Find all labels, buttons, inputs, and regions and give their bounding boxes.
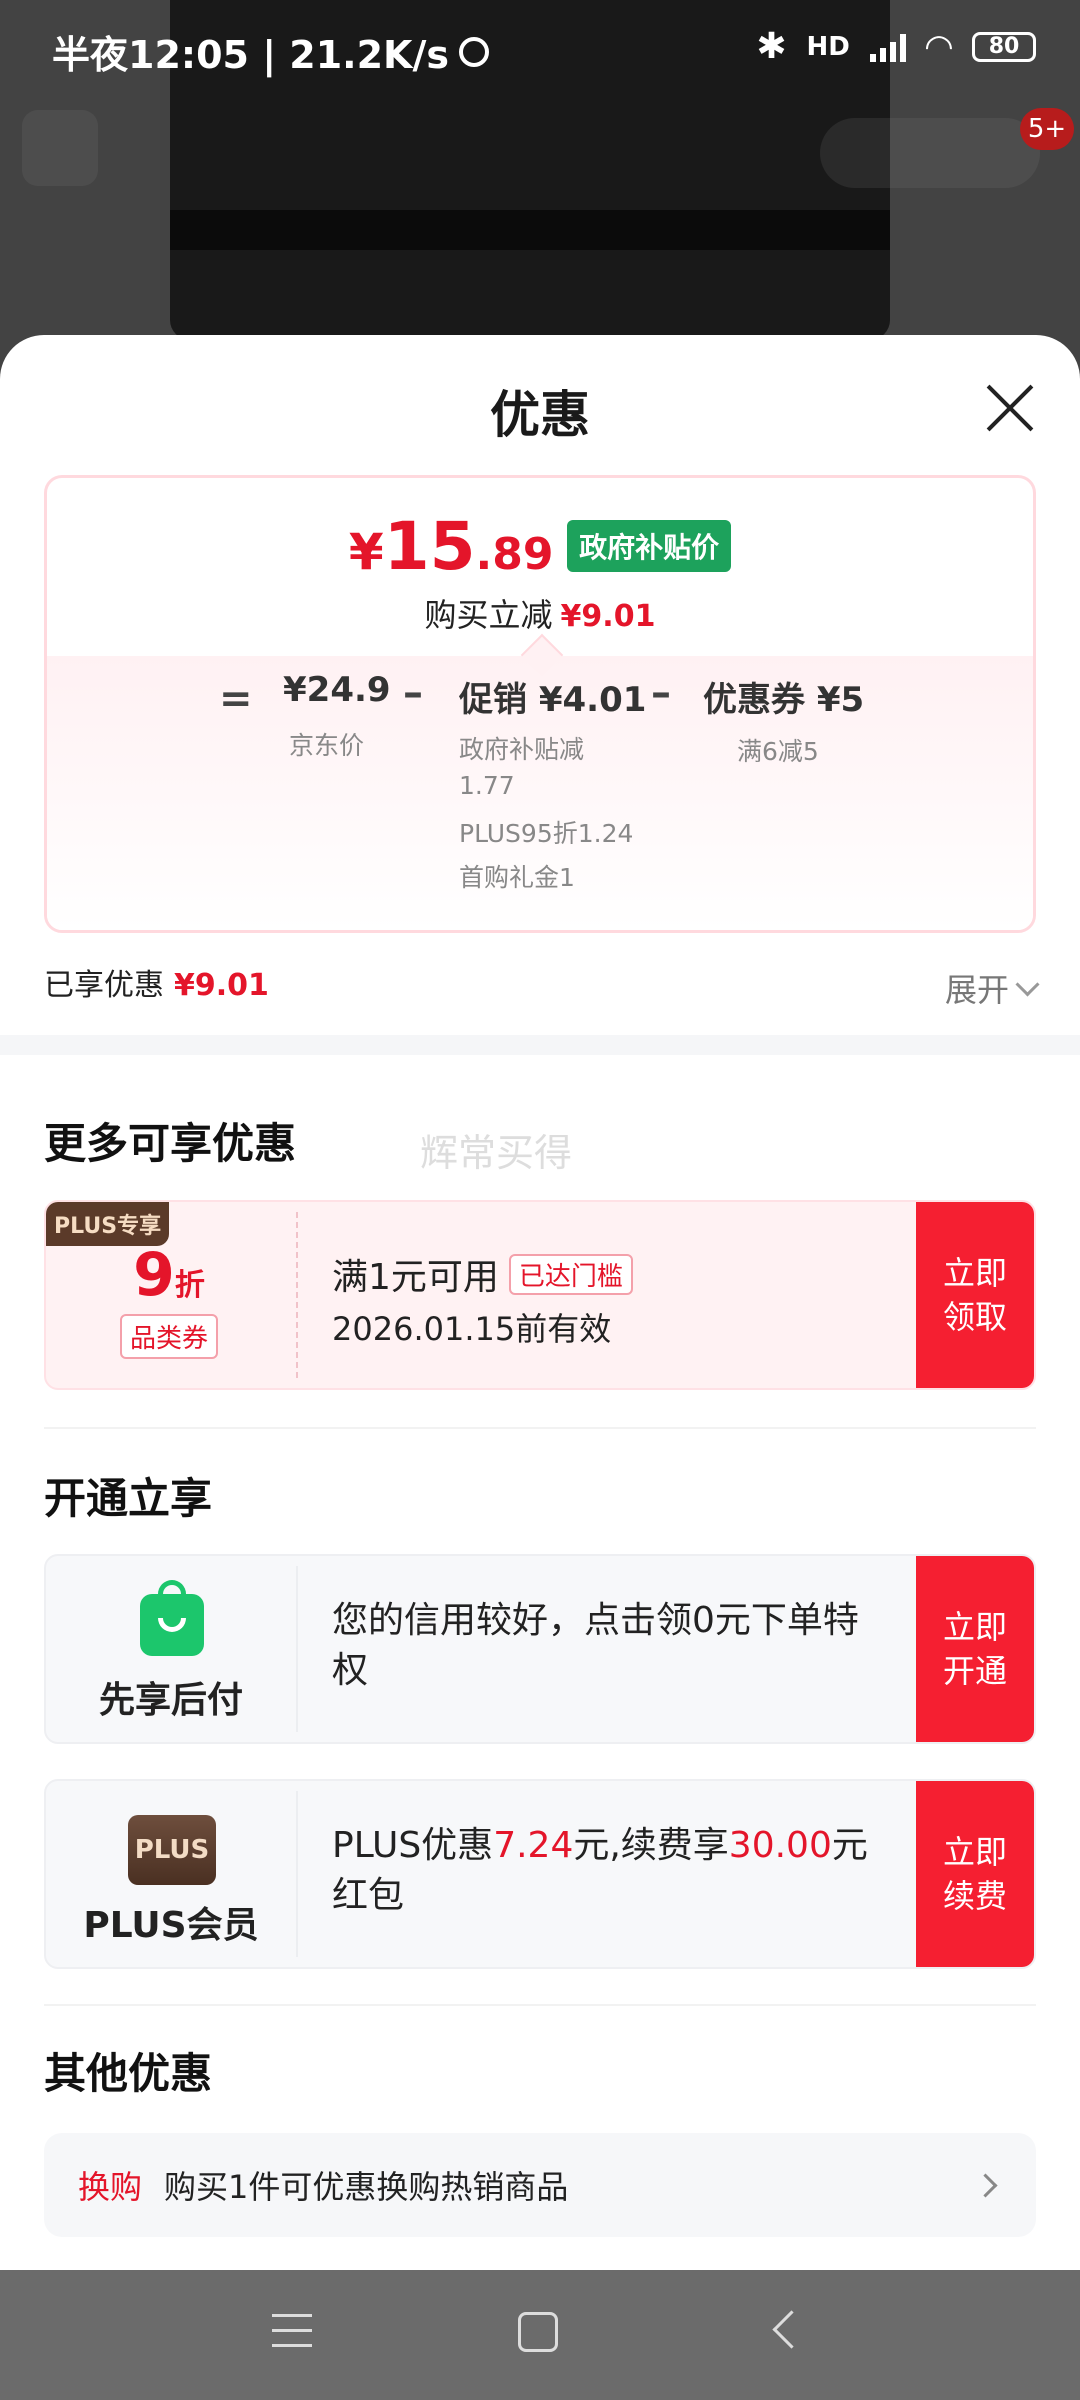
plus-discount-amount: 7.24 [493,1825,574,1866]
bluetooth-icon: ✱ [756,26,787,67]
shopping-bag-icon [140,1580,204,1656]
promo-amount: 促销 ¥4.01 [459,680,647,720]
battery-level: 80 [988,33,1020,59]
price-breakdown: = ¥24.9 京东价 – 促销 ¥4.01 政府补贴减 1.77 PLUS95… [47,633,1033,930]
section-divider-thin-2 [44,2004,1036,2006]
battery-icon: 80 [972,31,1036,62]
cart-count-badge: 5+ [1020,108,1074,150]
card-separator [296,1566,298,1732]
promo-detail-3: PLUS95折1.24 [459,819,634,848]
enjoyed-value: ¥9.01 [174,968,269,1003]
promo-detail-4: 首购礼金1 [459,863,575,892]
coupon-expiry: 2026.01.15前有效 [332,1310,612,1348]
menu-icon[interactable] [272,2314,312,2348]
plus-desc-3: 元,续费享 [573,1825,729,1866]
back-icon[interactable] [772,2310,811,2349]
plus-member-name: PLUS会员 [83,1905,259,1946]
price-currency: ¥ [348,523,384,581]
home-icon[interactable] [518,2312,558,2352]
swap-text: 购买1件可优惠换购热销商品 [164,2168,569,2206]
promo-detail-1: 政府补贴减 [459,735,585,764]
saving-label: 购买立减 [424,596,553,634]
renew-plus-button[interactable]: 立即 续费 [916,1781,1034,1967]
claim-label: 立即 领取 [942,1254,1007,1336]
enjoyed-discount: 已享优惠 ¥9.01 [44,960,269,1004]
expand-label: 展开 [944,971,1009,1009]
plus-logo-icon: PLUS [128,1815,216,1885]
section-divider [0,1035,1080,1055]
plus-redpacket-amount: 30.00 [728,1825,832,1866]
renew-label: 立即 续费 [942,1833,1007,1915]
gov-subsidy-tag: 政府补贴价 [567,520,732,572]
coupon-detail: 满6减5 [737,737,819,766]
pay-later-card[interactable]: 先享后付 您的信用较好，点击领0元下单特权 立即 开通 [44,1554,1036,1744]
condition-text: 满1元可用 [332,1257,499,1298]
coupon-amount: 优惠券 ¥5 [703,680,865,720]
system-nav-bar [0,2270,1080,2400]
discount-value: 9 [133,1240,175,1310]
plus-desc-1: PLUS优惠 [332,1825,494,1866]
coupon-separator [296,1212,298,1378]
signal-icon [869,32,906,62]
open-label: 立即 开通 [942,1608,1007,1690]
jd-price: ¥24.9 [283,670,391,710]
watermark: 辉常买得 [420,1131,573,1175]
swap-tag: 换购 [78,2168,143,2206]
minus-sign: – [403,670,423,716]
price-summary-card: ¥15.89 政府补贴价 购买立减 ¥9.01 = ¥24.9 京东价 – 促销 … [44,475,1036,933]
pay-later-name: 先享后付 [98,1680,243,1721]
expand-button[interactable]: 展开 [944,965,1040,1011]
section-divider-thin [44,1427,1036,1429]
instant-saving: 购买立减 ¥9.01 [47,590,1033,636]
pay-later-desc: 您的信用较好，点击领0元下单特权 [332,1600,859,1691]
sheet-title: 优惠 [490,386,590,444]
saving-value: ¥9.01 [560,599,656,634]
wifi-icon: ◠ [925,26,952,67]
equals-sign: = [219,676,253,722]
price-integer: 15 [383,508,476,585]
chevron-down-icon [1015,971,1040,997]
coupon-discount: 9折 [46,1240,292,1310]
alarm-icon [459,36,489,67]
status-time: 半夜12:05 | 21.2K/s [52,33,449,77]
jd-price-label: 京东价 [289,731,365,760]
final-price: ¥15.89 政府补贴价 [47,508,1033,585]
open-pay-later-button[interactable]: 立即 开通 [916,1556,1034,1742]
plus-coupon-card[interactable]: PLUS专享 9折 品类券 满1元可用 已达门槛 2026.01.15前有效 立即… [44,1200,1036,1390]
close-icon[interactable] [984,383,1034,433]
hd-indicator: HD [806,31,850,62]
price-decimal: .89 [475,529,554,580]
minus-sign-2: – [651,670,671,716]
chevron-right-icon [973,2173,998,2198]
status-bar: 半夜12:05 | 21.2K/s ✱ HD ◠ 80 [0,0,1080,96]
card-separator [296,1791,298,1957]
more-offers-title-text: 更多可享优惠 [44,1119,297,1168]
claim-coupon-button[interactable]: 立即 领取 [916,1202,1034,1388]
discount-unit: 折 [174,1268,205,1303]
plus-member-desc: PLUS优惠7.24元,续费享30.00元红包 [332,1821,894,1921]
enjoyed-label: 已享优惠 [44,968,164,1003]
plus-member-card[interactable]: PLUS PLUS会员 PLUS优惠7.24元,续费享30.00元红包 立即 续… [44,1779,1036,1969]
open-benefits-title: 开通立享 [44,1474,213,1523]
swap-offer-row[interactable]: 换购 购买1件可优惠换购热销商品 [44,2133,1036,2237]
threshold-reached-tag: 已达门槛 [508,1254,633,1295]
category-coupon-tag: 品类券 [120,1314,219,1359]
coupon-condition: 满1元可用 已达门槛 [332,1248,633,1300]
promo-detail-2: 1.77 [459,771,515,800]
other-offers-title: 其他优惠 [44,2049,213,2098]
